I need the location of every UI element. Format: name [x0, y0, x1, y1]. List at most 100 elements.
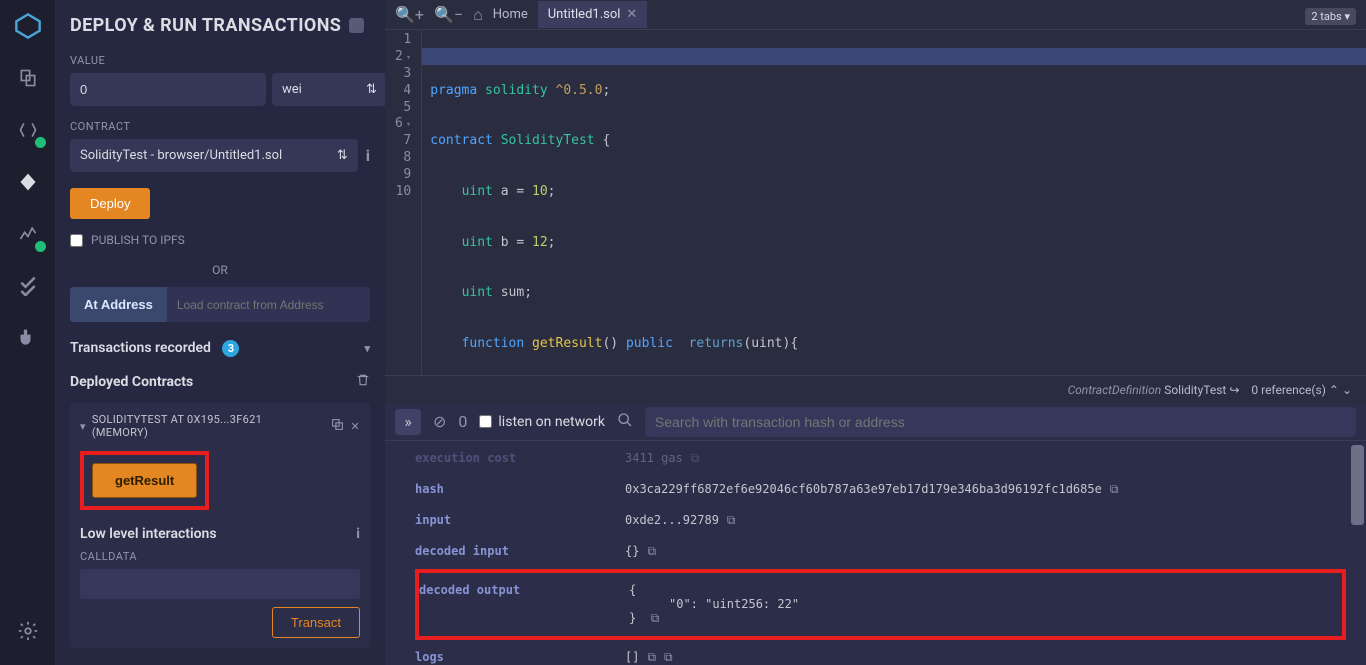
home-link[interactable]: Home: [493, 7, 528, 22]
tab-label: Untitled1.sol: [548, 7, 621, 22]
status-refs: 0 reference(s): [1251, 383, 1326, 397]
kv-key: execution cost: [415, 451, 595, 465]
tx-recorded-row[interactable]: Transactions recorded 3 ▾: [70, 340, 370, 357]
kv-value: {: [629, 583, 799, 597]
zoom-out-icon[interactable]: 🔍−: [434, 5, 463, 25]
copy-icon[interactable]: ⧉: [647, 650, 656, 665]
tabs-dropdown[interactable]: 2 tabs ▾: [1305, 8, 1356, 25]
remix-logo-icon[interactable]: [14, 12, 42, 40]
contract-instance: ▾ SOLIDITYTEST AT 0X195...3F621 (MEMORY)…: [70, 403, 370, 648]
console-body[interactable]: execution cost 3411 gas ⧉ hash 0x3ca229ff…: [385, 441, 1366, 665]
kv-key: decoded input: [415, 544, 595, 558]
kv-value: }: [629, 611, 636, 625]
copy-icon[interactable]: ⧉: [651, 611, 660, 625]
deploy-button[interactable]: Deploy: [70, 188, 150, 219]
compiler-icon[interactable]: [14, 116, 42, 144]
current-line-highlight: [422, 48, 1366, 65]
listen-label: listen on network: [498, 414, 605, 430]
instance-name: SOLIDITYTEST AT 0X195...3F621 (MEMORY): [92, 413, 320, 439]
highlight-box: getResult: [80, 451, 209, 510]
calldata-label: CALLDATA: [80, 550, 360, 563]
contract-select[interactable]: SolidityTest - browser/Untitled1.sol ⇅: [70, 139, 358, 172]
code-editor[interactable]: 1 2▾ 3 4 5 6▾ 7 8 9 10 pragma solidity ^…: [385, 30, 1366, 375]
chevron-down-icon[interactable]: ▾: [364, 342, 370, 355]
tab-untitled1[interactable]: Untitled1.sol ✕: [538, 1, 649, 28]
at-address-button[interactable]: At Address: [70, 287, 167, 322]
panel-title-text: DEPLOY & RUN TRANSACTIONS: [70, 15, 341, 36]
copy-icon[interactable]: ⧉: [647, 544, 656, 559]
kv-key: decoded output: [419, 583, 599, 597]
contract-select-text: SolidityTest - browser/Untitled1.sol: [80, 148, 282, 163]
iconbar: [0, 0, 55, 665]
kv-value: 3411 gas: [625, 451, 683, 465]
value-input[interactable]: [70, 73, 266, 106]
highlight-output-box: decoded output { "0": "uint256: 22" } ⧉: [415, 569, 1346, 640]
pending-count: 0: [458, 412, 467, 431]
info-icon[interactable]: i: [356, 526, 360, 542]
panel-title-badge-icon: [349, 18, 364, 33]
copy-icon[interactable]: ⧉: [664, 650, 673, 665]
code-lines[interactable]: pragma solidity ^0.5.0; contract Solidit…: [422, 30, 1366, 375]
publish-label: PUBLISH TO IPFS: [91, 233, 185, 247]
home-icon[interactable]: ⌂: [473, 5, 483, 25]
kv-value: []: [625, 650, 639, 664]
copy-icon[interactable]: [331, 418, 344, 434]
analytics-icon[interactable]: [14, 220, 42, 248]
main-area: 🔍+ 🔍− ⌂ Home Untitled1.sol ✕ 2 tabs ▾ 1 …: [385, 0, 1366, 665]
console-expand-icon[interactable]: »: [395, 409, 421, 435]
copy-icon[interactable]: ⧉: [691, 451, 700, 466]
kv-value: "0": "uint256: 22": [629, 597, 799, 611]
tabs-badge-text: 2 tabs: [1311, 10, 1341, 23]
calldata-input[interactable]: [80, 569, 360, 599]
status-bar: ContractDefinition SolidityTest ↪ 0 refe…: [385, 375, 1366, 403]
value-unit-text: wei: [282, 82, 302, 97]
side-panel: DEPLOY & RUN TRANSACTIONS VALUE wei ⇅ CO…: [55, 0, 385, 665]
trash-icon[interactable]: [356, 373, 370, 391]
zoom-in-icon[interactable]: 🔍+: [395, 5, 424, 25]
publish-ipfs-row[interactable]: PUBLISH TO IPFS: [70, 233, 370, 247]
scrollbar[interactable]: [1351, 445, 1364, 525]
get-result-button[interactable]: getResult: [92, 463, 197, 498]
listen-row[interactable]: listen on network: [479, 414, 605, 430]
transact-button[interactable]: Transact: [272, 607, 360, 638]
plugin-icon[interactable]: [14, 324, 42, 352]
clear-icon[interactable]: ⊘: [433, 412, 446, 431]
console-search-input[interactable]: [645, 407, 1356, 437]
kv-value: 0x3ca229ff6872ef6e92046cf60b787a63e97eb1…: [625, 482, 1102, 496]
chevron-down-icon[interactable]: ⌄: [1342, 383, 1352, 397]
share-icon[interactable]: ↪: [1229, 383, 1239, 397]
console: » ⊘ 0 listen on network execution cost 3…: [385, 403, 1366, 665]
select-arrows-icon: ⇅: [337, 148, 348, 163]
load-address-input[interactable]: [167, 287, 370, 322]
copy-icon[interactable]: ⧉: [1110, 482, 1119, 497]
deploy-run-icon[interactable]: [14, 168, 42, 196]
settings-icon[interactable]: [14, 617, 42, 645]
status-name: SolidityTest: [1164, 383, 1226, 397]
search-icon[interactable]: [617, 412, 633, 432]
close-icon[interactable]: ✕: [350, 420, 360, 433]
publish-ipfs-checkbox[interactable]: [70, 234, 83, 247]
or-separator: OR: [70, 263, 370, 277]
file-explorer-icon[interactable]: [14, 64, 42, 92]
editor-top-bar: 🔍+ 🔍− ⌂ Home Untitled1.sol ✕ 2 tabs ▾: [385, 0, 1366, 30]
kv-value: 0xde2...92789: [625, 513, 719, 527]
low-level-label: Low level interactions: [80, 526, 217, 542]
copy-icon[interactable]: ⧉: [727, 513, 736, 528]
tab-close-icon[interactable]: ✕: [626, 7, 637, 22]
chevron-down-icon[interactable]: ▾: [80, 420, 86, 433]
chevron-up-icon[interactable]: ⌃: [1329, 383, 1339, 397]
tests-icon[interactable]: [14, 272, 42, 300]
value-label: VALUE: [70, 54, 370, 67]
contract-info-icon[interactable]: i: [366, 146, 370, 165]
status-defn: ContractDefinition: [1068, 383, 1162, 397]
kv-key: logs: [415, 650, 595, 664]
kv-key: input: [415, 513, 595, 527]
value-unit-select[interactable]: wei ⇅: [272, 73, 385, 106]
tx-count-badge: 3: [222, 340, 239, 357]
deployed-label: Deployed Contracts: [70, 374, 193, 390]
kv-key: hash: [415, 482, 595, 496]
console-toolbar: » ⊘ 0 listen on network: [385, 403, 1366, 441]
tx-recorded-label: Transactions recorded: [70, 340, 211, 356]
kv-value: {}: [625, 544, 639, 558]
listen-checkbox[interactable]: [479, 415, 492, 428]
